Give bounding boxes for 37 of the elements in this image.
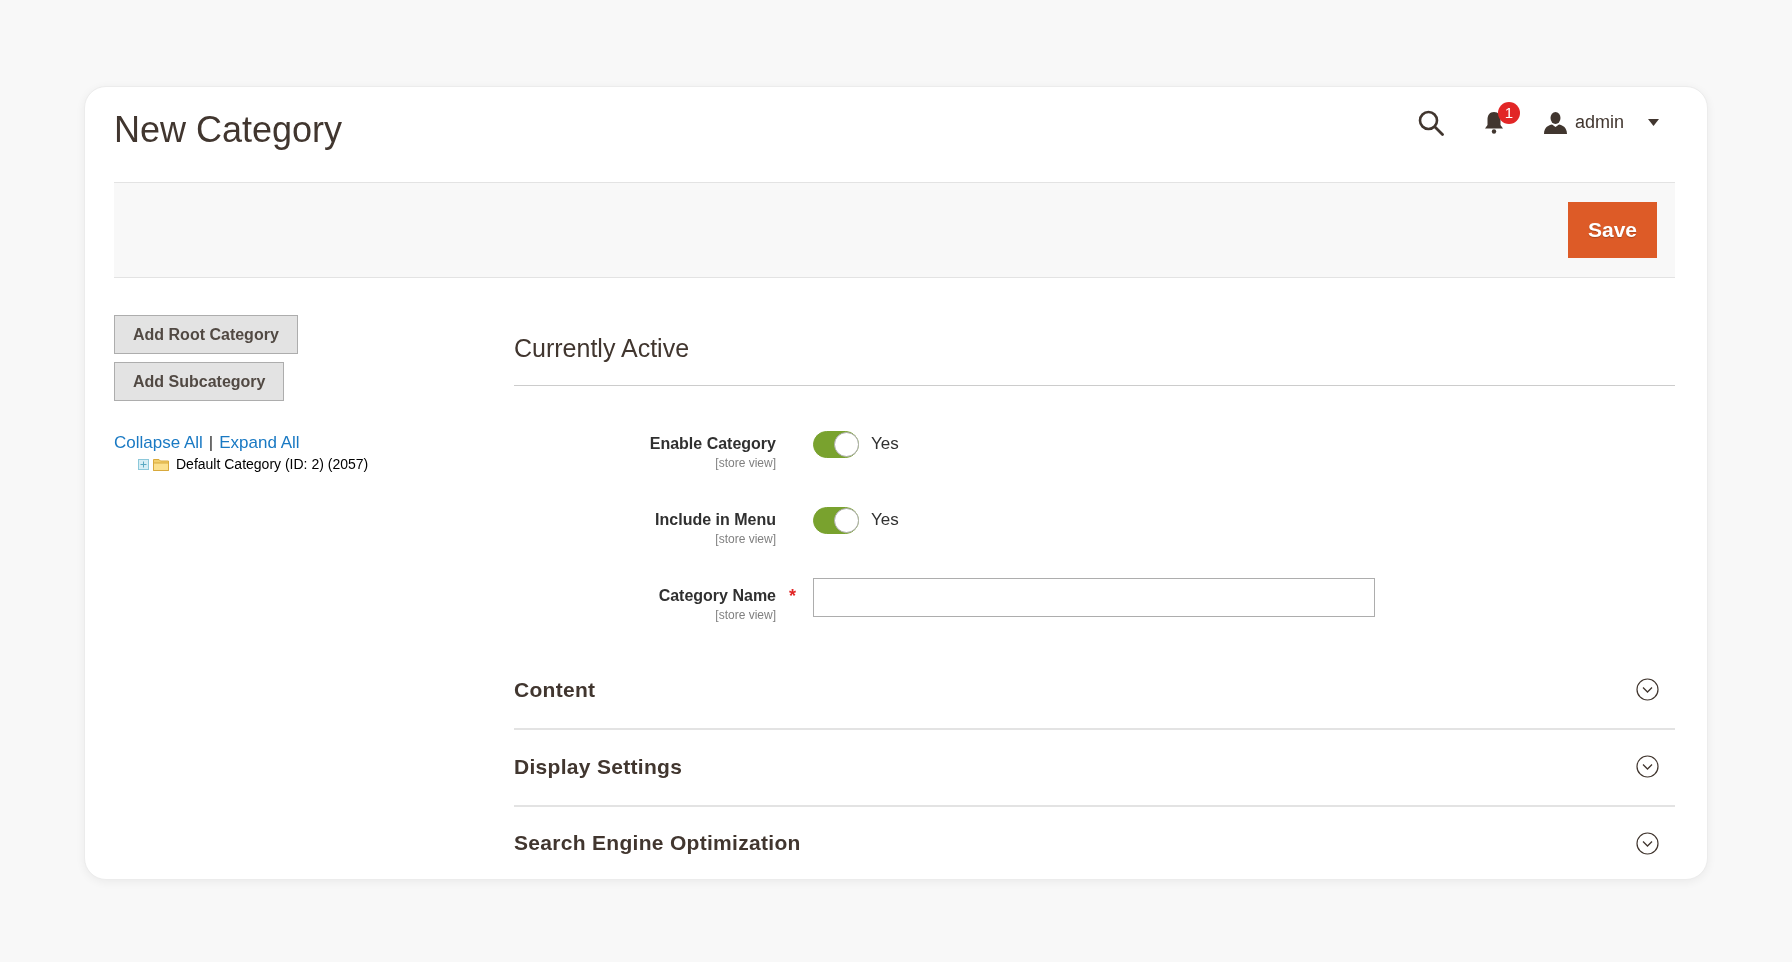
chevron-down-circle-icon[interactable]	[1636, 678, 1659, 701]
section-title[interactable]: Search Engine Optimization	[514, 831, 801, 855]
toggle-value: Yes	[871, 510, 899, 530]
scope-label: [store view]	[715, 531, 776, 547]
notification-badge: 1	[1497, 102, 1520, 124]
field-label: Enable Category	[649, 434, 776, 454]
search-icon	[1417, 109, 1444, 136]
page-title: New Category	[114, 107, 343, 152]
scope-label: [store view]	[715, 607, 776, 623]
link-separator: |	[208, 433, 214, 453]
category-button[interactable]: Add Root Category	[114, 315, 298, 354]
bell-icon	[1483, 111, 1504, 134]
tree-link[interactable]: Collapse All	[114, 433, 203, 453]
section-title[interactable]: Display Settings	[514, 754, 683, 779]
field-label: Include in Menu	[655, 510, 776, 530]
required-asterisk: *	[789, 585, 797, 607]
category-button[interactable]: Add Subcategory	[114, 362, 285, 401]
scope-label: [store view]	[715, 455, 776, 471]
toggle-value: Yes	[871, 434, 899, 454]
user-menu-button[interactable]: admin	[1543, 111, 1659, 134]
section-title[interactable]: Content	[514, 677, 596, 702]
chevron-down-circle-icon[interactable]	[1636, 755, 1659, 778]
input-field[interactable]	[813, 577, 1375, 617]
section-heading: Currently Active	[514, 334, 690, 362]
save-button[interactable]: Save	[1567, 202, 1657, 258]
chevron-down-circle-icon[interactable]	[1636, 831, 1659, 855]
plus-square-icon[interactable]	[138, 458, 149, 470]
user-icon	[1543, 111, 1567, 134]
notifications-button[interactable]	[1483, 111, 1504, 134]
caret-down-icon	[1648, 119, 1659, 126]
search-button[interactable]	[1417, 109, 1444, 136]
toggle-switch[interactable]	[813, 506, 859, 534]
tree-link[interactable]: Expand All	[219, 433, 300, 453]
toggle-switch[interactable]	[813, 430, 859, 458]
tree-item-label[interactable]: Default Category (ID: 2) (2057)	[176, 456, 369, 472]
field-label: Category Name	[658, 586, 776, 606]
folder-icon	[153, 457, 169, 471]
